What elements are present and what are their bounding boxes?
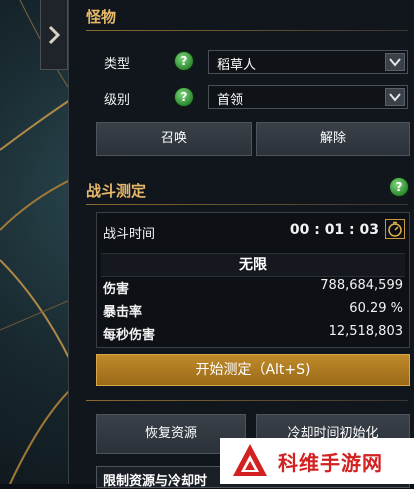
combat-time-label: 战斗时间 [103,227,156,242]
watermark: 科维手游网 [220,438,414,484]
question-icon[interactable]: ? [175,52,193,70]
monster-type-value: 稻草人 [217,58,257,73]
monster-level-select[interactable]: 首领 [208,85,408,109]
damage-value: 788,684,599 [320,278,403,293]
crit-rate-value: 60.29 % [349,301,403,316]
dps-label: 每秒伤害 [103,328,156,343]
dps-value: 12,518,803 [328,324,403,339]
chevron-down-icon[interactable] [385,88,405,106]
summon-button[interactable]: 召唤 [96,122,252,156]
monster-level-label: 级别 [104,93,131,108]
combat-time-value: 00 : 01 : 03 [289,222,379,238]
monster-level-value: 首领 [217,93,244,108]
section-divider [86,30,408,31]
section-divider [86,400,408,401]
combat-stats-box: 战斗时间 00 : 01 : 03 无限 伤害 788,684,599 暴击率 … [96,212,410,348]
question-icon[interactable]: ? [390,178,408,196]
crit-rate-label: 暴击率 [103,305,143,320]
watermark-text: 科维手游网 [278,450,383,475]
start-measure-button[interactable]: 开始测定（Alt+S) [96,354,410,386]
damage-label: 伤害 [103,282,130,297]
monster-type-label: 类型 [104,57,131,72]
chevron-down-icon[interactable] [385,53,405,71]
combat-section-title: 战斗测定 [86,182,147,200]
monster-type-select[interactable]: 稻草人 [208,50,408,74]
monster-section-title: 怪物 [86,8,117,26]
combat-mode-banner: 无限 [101,253,405,277]
question-icon[interactable]: ? [175,88,193,106]
dismiss-button[interactable]: 解除 [256,122,410,156]
limit-resources-label: 限制资源与冷却时 [103,474,208,489]
watermark-logo-icon [233,444,267,476]
section-divider [86,204,408,205]
stopwatch-icon[interactable] [385,219,405,239]
